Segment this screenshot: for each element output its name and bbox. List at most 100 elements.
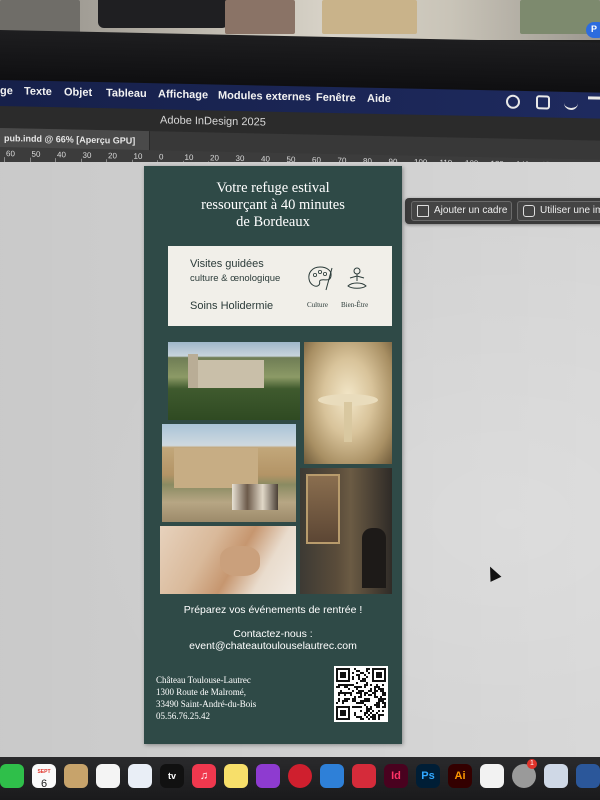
- qr-module: [378, 706, 380, 708]
- calendar-day: 6: [40, 778, 48, 790]
- qr-module: [356, 686, 358, 688]
- qr-module: [356, 682, 358, 684]
- qr-module: [374, 692, 376, 694]
- contact-email[interactable]: event@chateautoulouselautrec.com: [144, 640, 402, 652]
- indesign-icon[interactable]: Id: [384, 764, 408, 788]
- photo-chateau-vineyard[interactable]: [168, 342, 300, 420]
- qr-module: [356, 716, 358, 718]
- menu-item-aide[interactable]: Aide: [367, 93, 391, 105]
- qr-module: [364, 692, 366, 694]
- qr-module: [382, 700, 384, 702]
- qr-module: [382, 684, 384, 686]
- qr-module: [366, 700, 368, 702]
- qr-module: [360, 700, 362, 702]
- qr-module: [364, 700, 366, 702]
- qr-module: [378, 688, 380, 690]
- qr-module: [374, 716, 376, 718]
- menu-item-affichage[interactable]: Affichage: [158, 88, 208, 101]
- qr-module: [358, 692, 360, 694]
- illustrator-icon[interactable]: Ai: [448, 764, 472, 788]
- qr-module: [374, 714, 376, 716]
- address-line-3: 33490 Saint-André-du-Bois: [156, 699, 257, 709]
- use-image-button[interactable]: Utiliser une im: [517, 201, 600, 221]
- qr-module: [366, 708, 368, 710]
- opera-icon[interactable]: [288, 764, 312, 788]
- menu-item-modules-externes[interactable]: Modules externes: [218, 90, 311, 104]
- facetime-icon[interactable]: [0, 764, 24, 788]
- calendar-icon[interactable]: SEPT 6: [32, 764, 56, 790]
- meditation-icon: [347, 267, 367, 289]
- ruler-label: 10: [184, 152, 194, 163]
- photo-fountain[interactable]: [304, 342, 392, 464]
- menu-item-fenetre[interactable]: Fenêtre: [316, 92, 356, 105]
- preview-icon[interactable]: [544, 764, 568, 788]
- qr-module: [362, 702, 364, 704]
- creative-cloud-icon[interactable]: [352, 764, 376, 788]
- qr-module: [378, 718, 380, 720]
- menu-item-tableau[interactable]: Tableau: [106, 87, 147, 100]
- photo-courtyard-event[interactable]: [162, 424, 296, 522]
- status-icon-graduation[interactable]: [588, 96, 600, 111]
- qr-module: [368, 698, 370, 700]
- qr-module: [376, 712, 378, 714]
- photoshop-icon[interactable]: Ps: [416, 764, 440, 788]
- photo-portrait-gallery[interactable]: [300, 468, 392, 594]
- word-icon[interactable]: [576, 764, 600, 788]
- qr-module: [336, 686, 338, 688]
- qr-module: [376, 690, 378, 692]
- qr-module: [378, 686, 380, 688]
- notes-icon[interactable]: [224, 764, 248, 788]
- qr-module: [344, 692, 346, 694]
- qr-module: [384, 694, 386, 696]
- numbers-icon[interactable]: [480, 764, 504, 788]
- use-image-label: Utiliser une im: [540, 205, 600, 216]
- add-frame-button[interactable]: Ajouter un cadre: [411, 201, 513, 221]
- headline-line-1: Votre refuge estival: [216, 180, 330, 196]
- qr-module: [338, 684, 340, 686]
- qr-module: [384, 698, 386, 700]
- status-icon-acrobat[interactable]: [564, 95, 578, 111]
- menu-item-partial[interactable]: ge: [0, 85, 13, 97]
- chateau-tower: [188, 354, 198, 388]
- podcasts-icon[interactable]: [256, 764, 280, 788]
- reminders-icon[interactable]: [96, 764, 120, 788]
- qr-module: [384, 692, 386, 694]
- qr-module: [340, 690, 342, 692]
- freeform-icon[interactable]: [128, 764, 152, 788]
- address-phone: 05.56.76.25.42: [156, 711, 210, 721]
- ruler-label: 40: [57, 150, 66, 160]
- qr-module: [380, 714, 382, 716]
- qr-module: [366, 692, 368, 694]
- qr-module: [372, 710, 374, 712]
- status-icon-cloud[interactable]: [536, 95, 550, 110]
- qr-module: [346, 700, 348, 702]
- menu-item-texte[interactable]: Texte: [24, 86, 52, 99]
- background-shelf-left: [0, 0, 80, 34]
- contacts-icon[interactable]: [64, 764, 88, 788]
- qr-module: [364, 694, 366, 696]
- ad-page[interactable]: Votre refuge estival ressourçant à 40 mi…: [144, 166, 402, 744]
- qr-module: [366, 698, 368, 700]
- user-avatar[interactable]: P: [586, 22, 600, 38]
- qr-module: [376, 704, 378, 706]
- qr-module: [338, 692, 340, 694]
- qr-module: [358, 674, 360, 676]
- qr-module: [360, 692, 362, 694]
- services-box[interactable]: Visites guidées culture & œnologique Soi…: [168, 246, 392, 326]
- qr-module: [368, 668, 370, 670]
- photo-massage-spa[interactable]: [160, 526, 296, 594]
- keynote-icon[interactable]: [320, 764, 344, 788]
- qr-module: [336, 702, 338, 704]
- menu-item-objet[interactable]: Objet: [64, 86, 92, 99]
- bien-etre-label: Bien-Être: [341, 301, 369, 309]
- qr-module: [372, 692, 374, 694]
- qr-module: [356, 706, 358, 708]
- status-icon-adobe[interactable]: [506, 94, 520, 109]
- appletv-icon[interactable]: tv: [160, 764, 184, 788]
- music-icon[interactable]: ♫: [192, 764, 216, 788]
- qr-module: [378, 716, 380, 718]
- qr-module: [364, 704, 366, 706]
- qr-code[interactable]: [334, 666, 388, 722]
- qr-module: [366, 706, 368, 708]
- qr-module: [346, 692, 348, 694]
